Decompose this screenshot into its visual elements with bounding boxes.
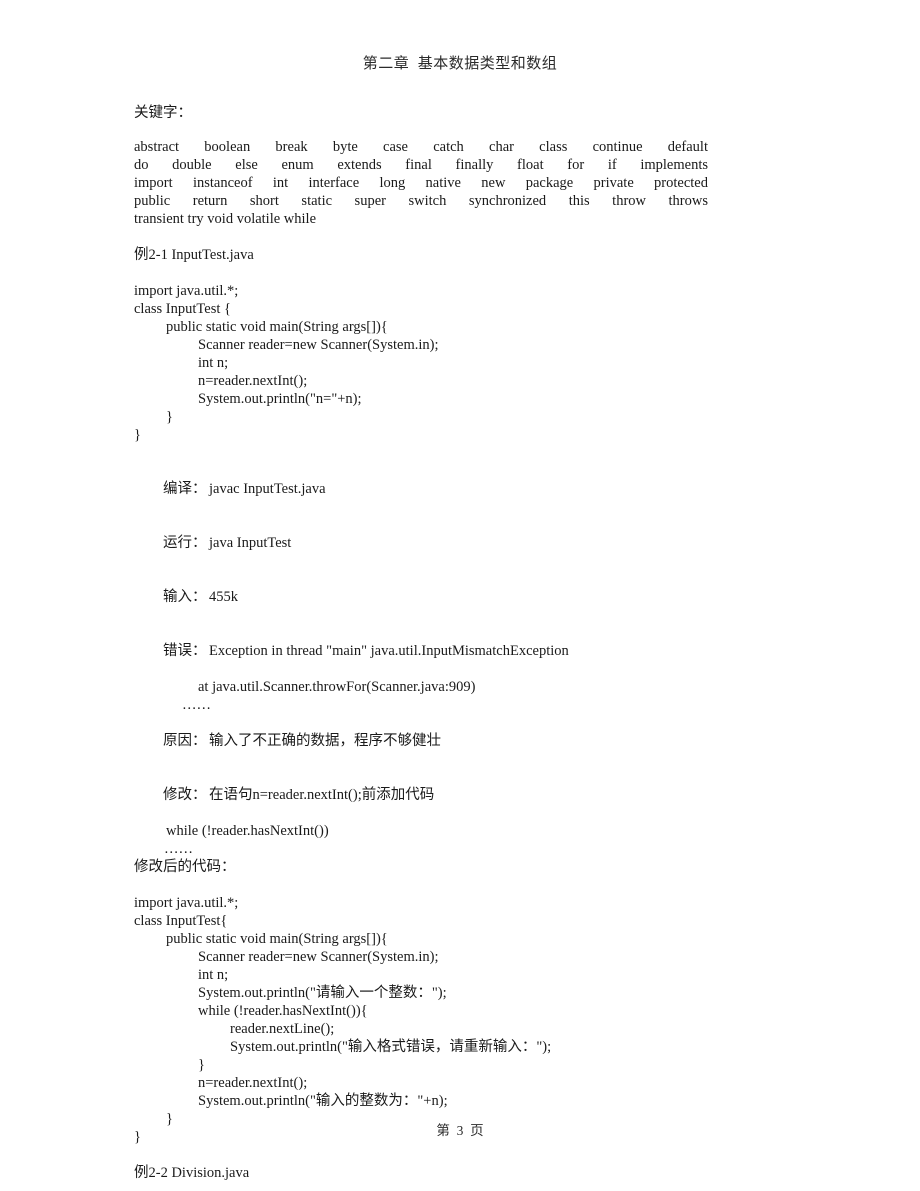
document-page: 第二章 基本数据类型和数组 关键字： abstract boolean brea… (0, 0, 920, 1191)
code-line: public static void main(String args[]){ (166, 931, 388, 947)
code-line: System.out.println("请输入一个整数："); (198, 985, 447, 1001)
code-line: int n; (198, 355, 229, 371)
error-stacktrace-line: at java.util.Scanner.throwFor(Scanner.ja… (198, 679, 476, 695)
example-2-title: 例2-2 Division.java (134, 1165, 250, 1181)
error-row: 错误： Exception in thread "main" java.util.… (134, 624, 774, 678)
input-value: 455k (209, 589, 238, 605)
input-row: 输入： 455k (134, 570, 774, 624)
fix-code-line: while (!reader.hasNextInt()) (166, 823, 329, 839)
cause-row: 原因： 输入了不正确的数据，程序不够健壮 (134, 714, 774, 768)
example-1-code-block: import java.util.*; class InputTest { pu… (134, 282, 774, 444)
revised-code-heading: 修改后的代码： (134, 859, 236, 875)
code-line: class InputTest{ (134, 913, 228, 929)
fix-ellipsis: …… (164, 841, 193, 857)
fix-label: 修改： (163, 787, 207, 803)
cause-label: 原因： (163, 733, 207, 749)
keywords-block: abstract boolean break byte case catch c… (134, 138, 708, 228)
code-line: System.out.println("输入的整数为："+n); (198, 1093, 448, 1109)
code-line: import java.util.*; (134, 895, 239, 911)
run-value: java InputTest (209, 535, 292, 551)
page-number-footer: 第 3 页 (436, 1123, 484, 1138)
code-line: int n; (198, 967, 229, 983)
code-line: import java.util.*; (134, 283, 239, 299)
error-ellipsis: …… (182, 697, 211, 713)
code-line: } (198, 1057, 205, 1073)
compile-value: javac InputTest.java (209, 481, 326, 497)
code-line: Scanner reader=new Scanner(System.in); (198, 949, 439, 965)
diagnosis-block: 原因： 输入了不正确的数据，程序不够健壮 修改： 在语句n=reader.nextI… (134, 714, 774, 876)
run-info-block: 编译： javac InputTest.java 运行： java InputTes… (134, 462, 774, 714)
code-line: while (!reader.hasNextInt()){ (198, 1003, 368, 1019)
run-label: 运行： (163, 535, 207, 551)
code-line: } (134, 427, 141, 443)
keyword-line: import instanceof int interface long nat… (134, 175, 708, 191)
code-line: reader.nextLine(); (230, 1021, 335, 1037)
keywords-heading: 关键字： (134, 105, 192, 121)
example-1-revised-code-block: import java.util.*; class InputTest{ pub… (134, 894, 774, 1146)
error-value: Exception in thread "main" java.util.Inp… (209, 643, 569, 659)
code-line: class InputTest { (134, 301, 231, 317)
example-1-title: 例2-1 InputTest.java (134, 247, 254, 263)
running-header: 第二章 基本数据类型和数组 (362, 56, 558, 72)
code-line: } (166, 409, 173, 425)
code-line: public static void main(String args[]){ (166, 319, 388, 335)
keyword-line: abstract boolean break byte case catch c… (134, 139, 708, 155)
code-line: System.out.println("输入格式错误，请重新输入："); (230, 1039, 552, 1055)
compile-row: 编译： javac InputTest.java (134, 462, 774, 516)
keyword-line: do double else enum extends final finall… (134, 157, 708, 173)
error-label: 错误： (163, 643, 207, 659)
keyword-line: transient try void volatile while (134, 211, 317, 227)
fix-value: 在语句n=reader.nextInt();前添加代码 (209, 787, 435, 803)
page-content: 关键字： abstract boolean break byte case ca… (134, 104, 774, 1191)
keyword-line: public return short static super switch … (134, 193, 708, 209)
code-line: Scanner reader=new Scanner(System.in); (198, 337, 439, 353)
code-line: n=reader.nextInt(); (198, 373, 308, 389)
compile-label: 编译： (163, 481, 207, 497)
fix-row: 修改： 在语句n=reader.nextInt();前添加代码 (134, 768, 774, 822)
input-label: 输入： (163, 589, 207, 605)
cause-value: 输入了不正确的数据，程序不够健壮 (209, 733, 441, 749)
code-line: System.out.println("n="+n); (198, 391, 362, 407)
code-line: n=reader.nextInt(); (198, 1075, 308, 1091)
run-row: 运行： java InputTest (134, 516, 774, 570)
